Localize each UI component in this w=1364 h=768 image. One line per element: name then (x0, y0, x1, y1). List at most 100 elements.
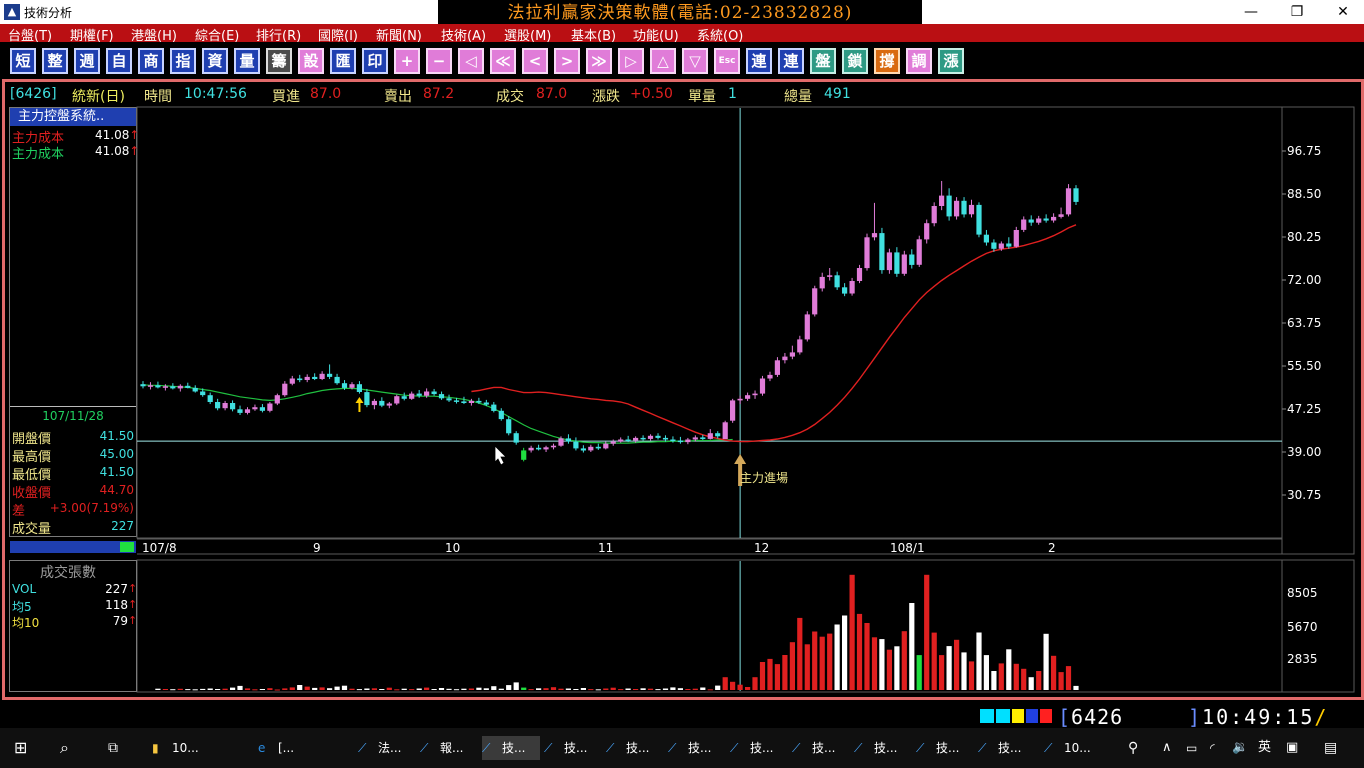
volume-bar (438, 688, 445, 690)
candle-body (603, 443, 609, 449)
candle-body (968, 204, 975, 215)
status-light (1012, 709, 1024, 723)
candle-body (677, 440, 683, 443)
candle-body (819, 276, 825, 289)
candle-body (513, 433, 519, 443)
volume-bar (177, 688, 183, 690)
volume-icon[interactable]: 🔉 (1232, 736, 1248, 760)
candle-body (162, 386, 168, 388)
volume-bar (394, 689, 400, 691)
candle-body (550, 445, 557, 448)
chart-app-icon: ⟋ (482, 741, 491, 755)
taskbar-item-label: 技... (688, 741, 712, 755)
taskbar-item[interactable]: ⟋ 報... (420, 736, 478, 760)
taskbar-item[interactable]: ⟋ 技... (544, 736, 602, 760)
arrow-up-icon: ↑ (128, 582, 138, 595)
chart-app-icon: ⟋ (358, 741, 367, 755)
ie-icon: e (258, 741, 266, 755)
volume-bar (252, 689, 258, 691)
candle-body (207, 395, 213, 402)
candle-body (662, 437, 669, 440)
candle-body (259, 407, 265, 411)
candle-body (916, 239, 922, 265)
volume-bar (1036, 671, 1042, 690)
ime-indicator[interactable]: 英 (1258, 736, 1271, 760)
taskbar-item[interactable]: ⟋ 技... (668, 736, 726, 760)
taskbar-item[interactable]: ⟋ 技... (916, 736, 974, 760)
candle-body (573, 441, 579, 449)
candle-body (998, 243, 1004, 249)
taskbar-item[interactable]: ⟋ 10... (1044, 736, 1102, 760)
chart-app-icon: ⟋ (916, 741, 925, 755)
candle-body (647, 435, 654, 439)
volume-bar (789, 642, 795, 690)
chevron-up-icon[interactable]: ∧ (1162, 736, 1172, 760)
candle-body (304, 376, 310, 380)
taskbar-item[interactable]: ⟋ 技... (606, 736, 664, 760)
taskbar-item[interactable]: ⟋ 技... (978, 736, 1036, 760)
task-view-icon[interactable]: ⧉ (108, 736, 118, 760)
volume-bar (506, 685, 512, 690)
volume-bar (550, 687, 557, 690)
taskbar-item[interactable]: ⟋ 技... (482, 736, 540, 760)
candle-body (528, 447, 534, 451)
volume-bar (782, 655, 788, 690)
candle-body (983, 234, 989, 243)
volume-bar (192, 689, 198, 691)
price-chart[interactable] (0, 0, 1364, 700)
volume-bar (356, 689, 362, 691)
search-icon[interactable]: ⌕ (60, 736, 69, 760)
price-axis-tick: 63.75 (1287, 316, 1322, 330)
arrow-up-icon: ↑ (128, 614, 138, 627)
taskbar-item[interactable]: ⟋ 技... (854, 736, 912, 760)
candle-body (595, 446, 601, 449)
taskbar-item[interactable]: ⟋ 技... (792, 736, 850, 760)
volume-bar (983, 655, 989, 690)
date-axis-tick: 12 (754, 541, 770, 555)
wifi-icon[interactable]: ◜ (1210, 736, 1215, 760)
candle-body (745, 395, 751, 399)
date-axis-tick: 108/1 (890, 541, 925, 555)
taskbar-item[interactable]: ▮ 10... (152, 736, 210, 760)
volume-bar (401, 688, 407, 690)
candle-body (580, 448, 586, 451)
date-axis-tick: 9 (313, 541, 321, 555)
folder-icon: ▮ (152, 741, 159, 755)
volume-bar (483, 688, 489, 690)
candle-body (707, 433, 713, 439)
volume-bar (722, 677, 728, 690)
ime-mode-icon[interactable]: ▣ (1286, 736, 1298, 760)
candle-body (1006, 243, 1012, 247)
taskbar-item[interactable]: ⟋ 技... (730, 736, 788, 760)
taskbar-item[interactable]: e [... (258, 736, 316, 760)
candle-body (752, 393, 758, 396)
volume-bar (461, 688, 467, 690)
taskbar-item[interactable]: ⟋ 法... (358, 736, 416, 760)
battery-icon[interactable]: ▭ (1186, 736, 1197, 760)
candle-body (312, 376, 318, 379)
candle-body (438, 394, 445, 399)
candle-body (177, 385, 183, 389)
volume-bar (961, 652, 967, 690)
notification-icon[interactable]: ▤ (1324, 736, 1337, 760)
taskbar-item-label: 10... (1064, 741, 1091, 755)
volume-bar (819, 636, 825, 690)
candle-body (827, 275, 833, 277)
volume-bar (797, 617, 803, 690)
date-axis-tick: 10 (445, 541, 461, 555)
volume-bar (379, 689, 385, 690)
people-icon[interactable]: ⚲ (1128, 736, 1138, 760)
date-axis-tick: 2 (1048, 541, 1056, 555)
taskbar-item-label: 技... (874, 741, 898, 755)
price-plot-area (136, 106, 1283, 539)
volume-axis-tick: 2835 (1287, 652, 1318, 666)
bracket-icon: [ (1058, 705, 1072, 729)
candle-body (244, 409, 251, 413)
volume-bar (536, 688, 542, 690)
volume-value: 79 (112, 614, 128, 628)
candle-body (364, 392, 370, 406)
volume-bar (700, 687, 706, 690)
price-axis-tick: 72.00 (1287, 273, 1322, 287)
volume-bar (640, 688, 646, 690)
windows-start-icon[interactable]: ⊞ (14, 736, 27, 760)
